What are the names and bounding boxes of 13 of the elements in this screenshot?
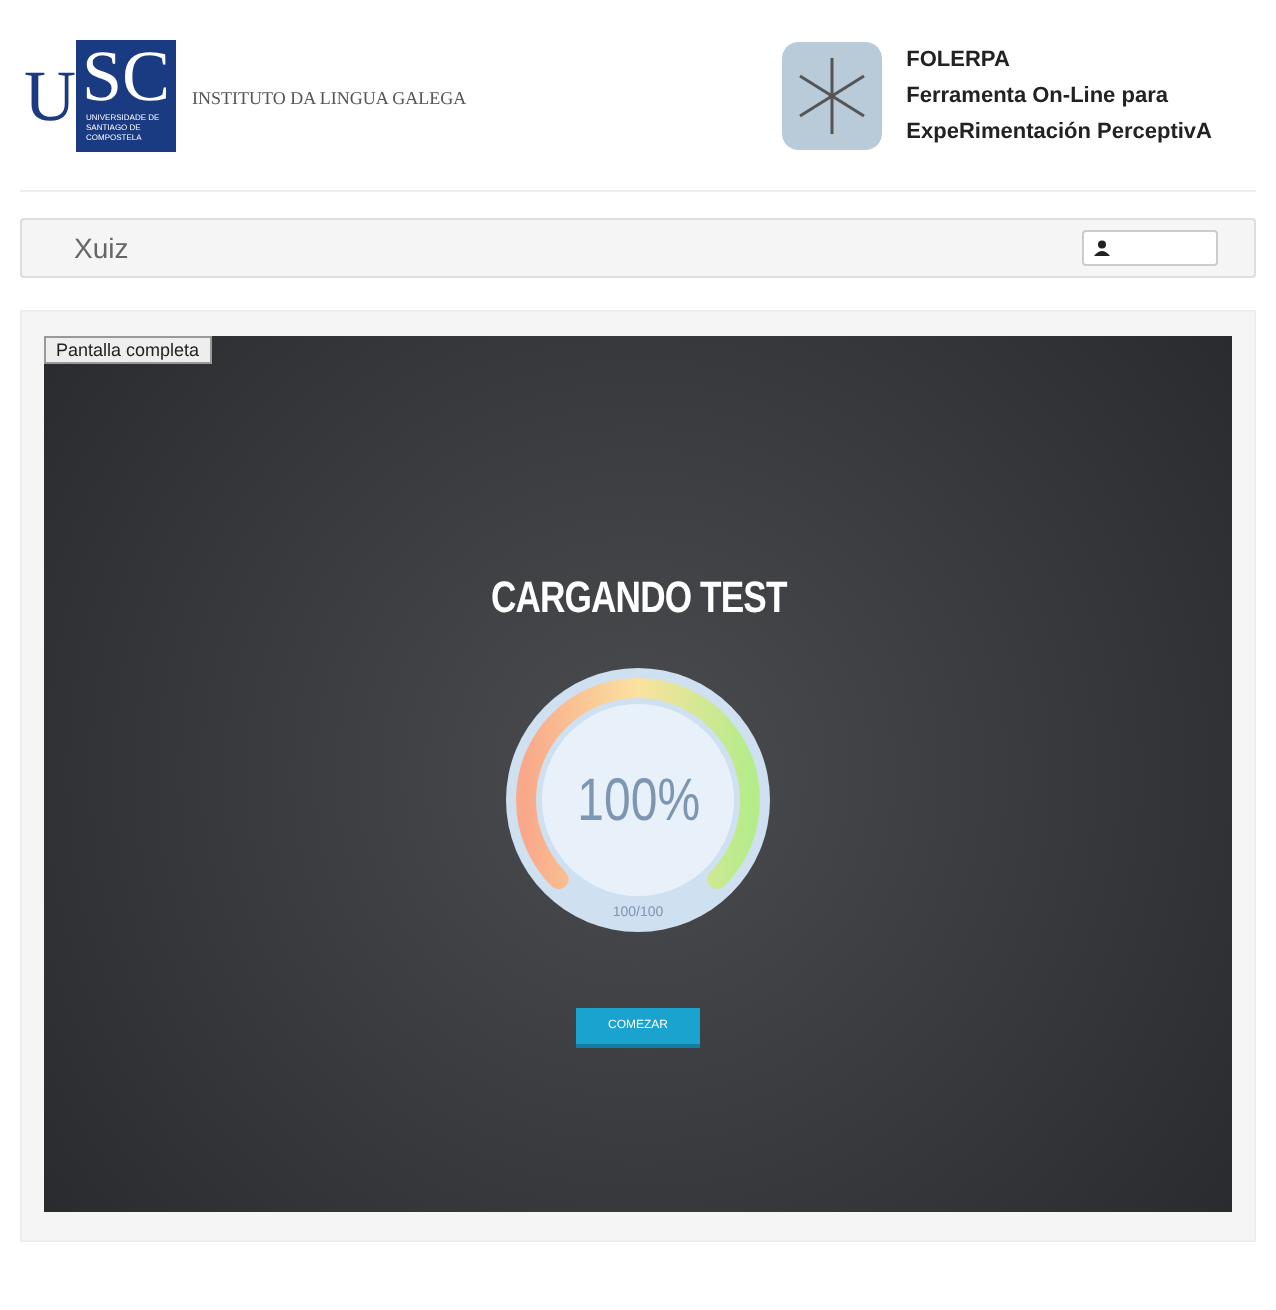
logo-letters: SC: [81, 39, 171, 111]
loading-title: CARGANDO TEST: [490, 576, 786, 620]
user-field[interactable]: [1082, 230, 1218, 266]
gauge-percentage: 100%: [576, 765, 700, 837]
user-icon: [1094, 240, 1110, 256]
app-name: FOLERPA: [906, 45, 1012, 75]
logo-letter: U: [24, 59, 76, 131]
snowflake-icon: [782, 41, 883, 149]
app-subtitle: ExpeRimentación PerceptivA: [906, 117, 1212, 147]
brand-link[interactable]: Xuiz: [74, 227, 129, 269]
fullscreen-button[interactable]: Pantalla completa: [44, 336, 212, 364]
institute-name: INSTITUTO DA LINGUA GALEGA: [192, 85, 467, 112]
app-subtitle: Ferramenta On-Line para: [906, 81, 1170, 111]
